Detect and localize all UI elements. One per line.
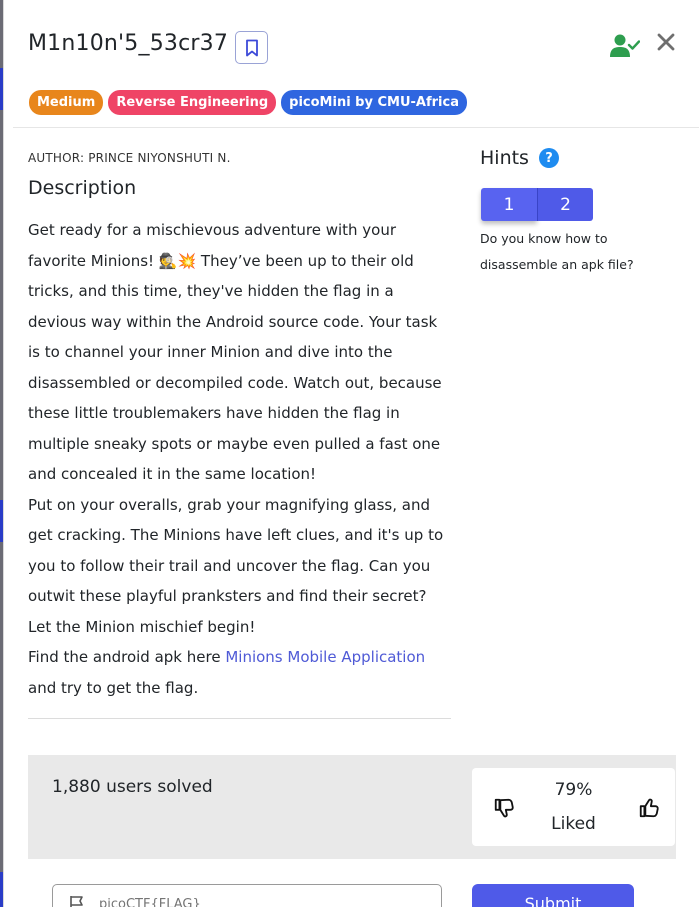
hint-tab-1[interactable]: 1 [481,188,537,221]
event-badge: picoMini by CMU-Africa [281,90,467,115]
challenge-title: M1n10n'5_53cr37 [28,31,229,56]
user-check-icon [610,34,640,57]
rating-card: 79% Liked [472,768,675,846]
description-divider [28,718,451,719]
author-label: AUTHOR: PRINCE NIYONSHUTI N. [28,151,231,165]
stats-panel: 1,880 users solved 79% Liked [28,755,676,859]
difficulty-badge: Medium [29,90,104,115]
bookmark-button[interactable] [235,31,268,64]
header-divider [13,127,699,128]
description-heading: Description [28,177,137,199]
description-paragraph: Find the android apk here Minions Mobile… [28,642,452,703]
apk-download-link[interactable]: Minions Mobile Application [225,648,425,666]
hint-tabs: 1 2 [481,188,593,221]
solved-count: 1,880 users solved [52,777,213,797]
description-text: Find the android apk here [28,648,226,666]
hint-tab-2[interactable]: 2 [537,188,593,221]
description-paragraph: Get ready for a mischievous adventure wi… [28,221,442,483]
description-text: and try to get the flag. [28,678,199,697]
hints-heading: Hints ? [480,147,559,169]
description-paragraph: Put on your overalls, grab your magnifyi… [28,495,444,636]
thumbs-up-icon[interactable] [638,797,660,819]
bookmark-icon [245,39,258,56]
description-body: Get ready for a mischievous adventure wi… [28,215,452,703]
tag-list: Medium Reverse Engineering picoMini by C… [29,90,467,115]
hints-title: Hints [480,147,529,169]
submit-button[interactable]: Submit [472,884,634,907]
category-badge: Reverse Engineering [108,90,277,115]
flag-input[interactable] [99,896,399,907]
hint-content: Do you know how to disassemble an apk fi… [480,231,634,272]
flag-icon [70,896,83,907]
help-icon[interactable]: ? [538,148,559,168]
challenge-modal: M1n10n'5_53cr37 Medium Reverse Engineeri… [3,0,699,907]
flag-field[interactable] [52,884,442,907]
close-icon[interactable] [655,31,677,53]
